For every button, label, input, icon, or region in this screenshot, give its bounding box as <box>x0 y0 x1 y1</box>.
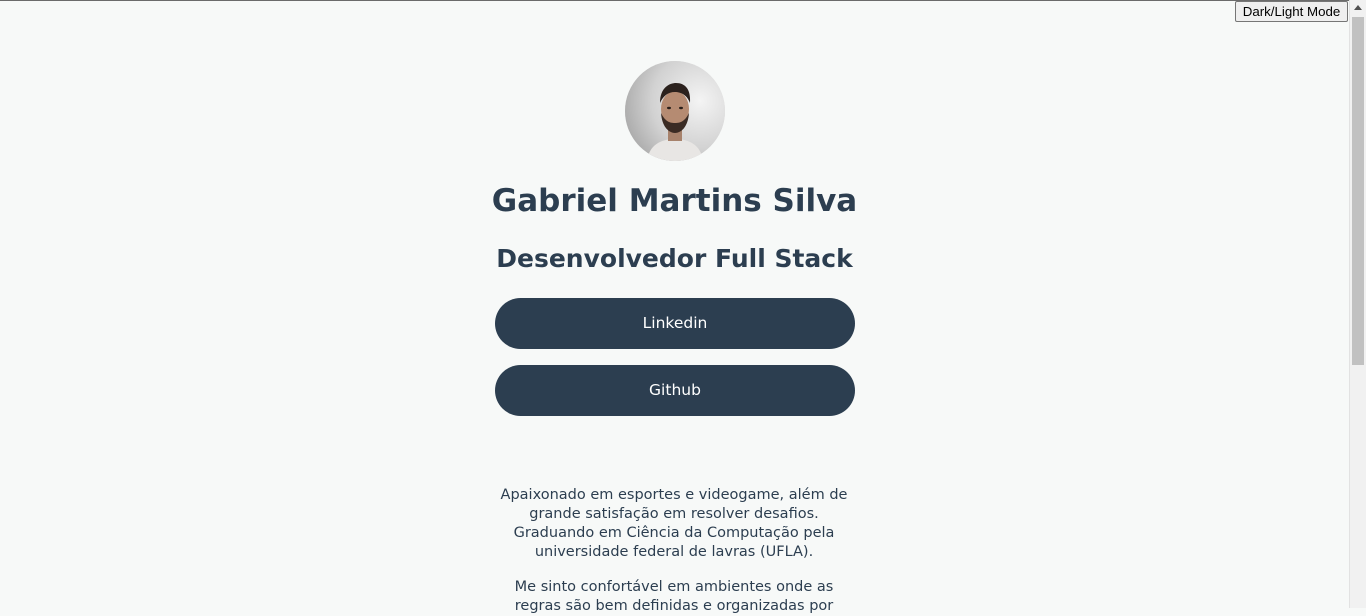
dark-light-mode-toggle-button[interactable]: Dark/Light Mode <box>1235 1 1348 22</box>
github-button[interactable]: Github <box>495 365 855 416</box>
linkedin-button[interactable]: Linkedin <box>495 298 855 349</box>
scrollbar-thumb[interactable] <box>1352 17 1364 365</box>
main-content: Gabriel Martins Silva Desenvolvedor Full… <box>0 0 1349 614</box>
profile-name: Gabriel Martins Silva <box>491 183 858 219</box>
about-paragraph-1: Apaixonado em esportes e videogame, além… <box>500 487 848 560</box>
about-paragraph-2: Me sinto confortável em ambientes onde a… <box>514 579 834 614</box>
avatar-photo <box>625 61 725 161</box>
vertical-scrollbar[interactable] <box>1349 0 1366 608</box>
scroll-up-arrow-icon[interactable] <box>1354 5 1362 10</box>
profile-role: Desenvolvedor Full Stack <box>496 244 853 273</box>
profile-avatar <box>625 61 725 161</box>
